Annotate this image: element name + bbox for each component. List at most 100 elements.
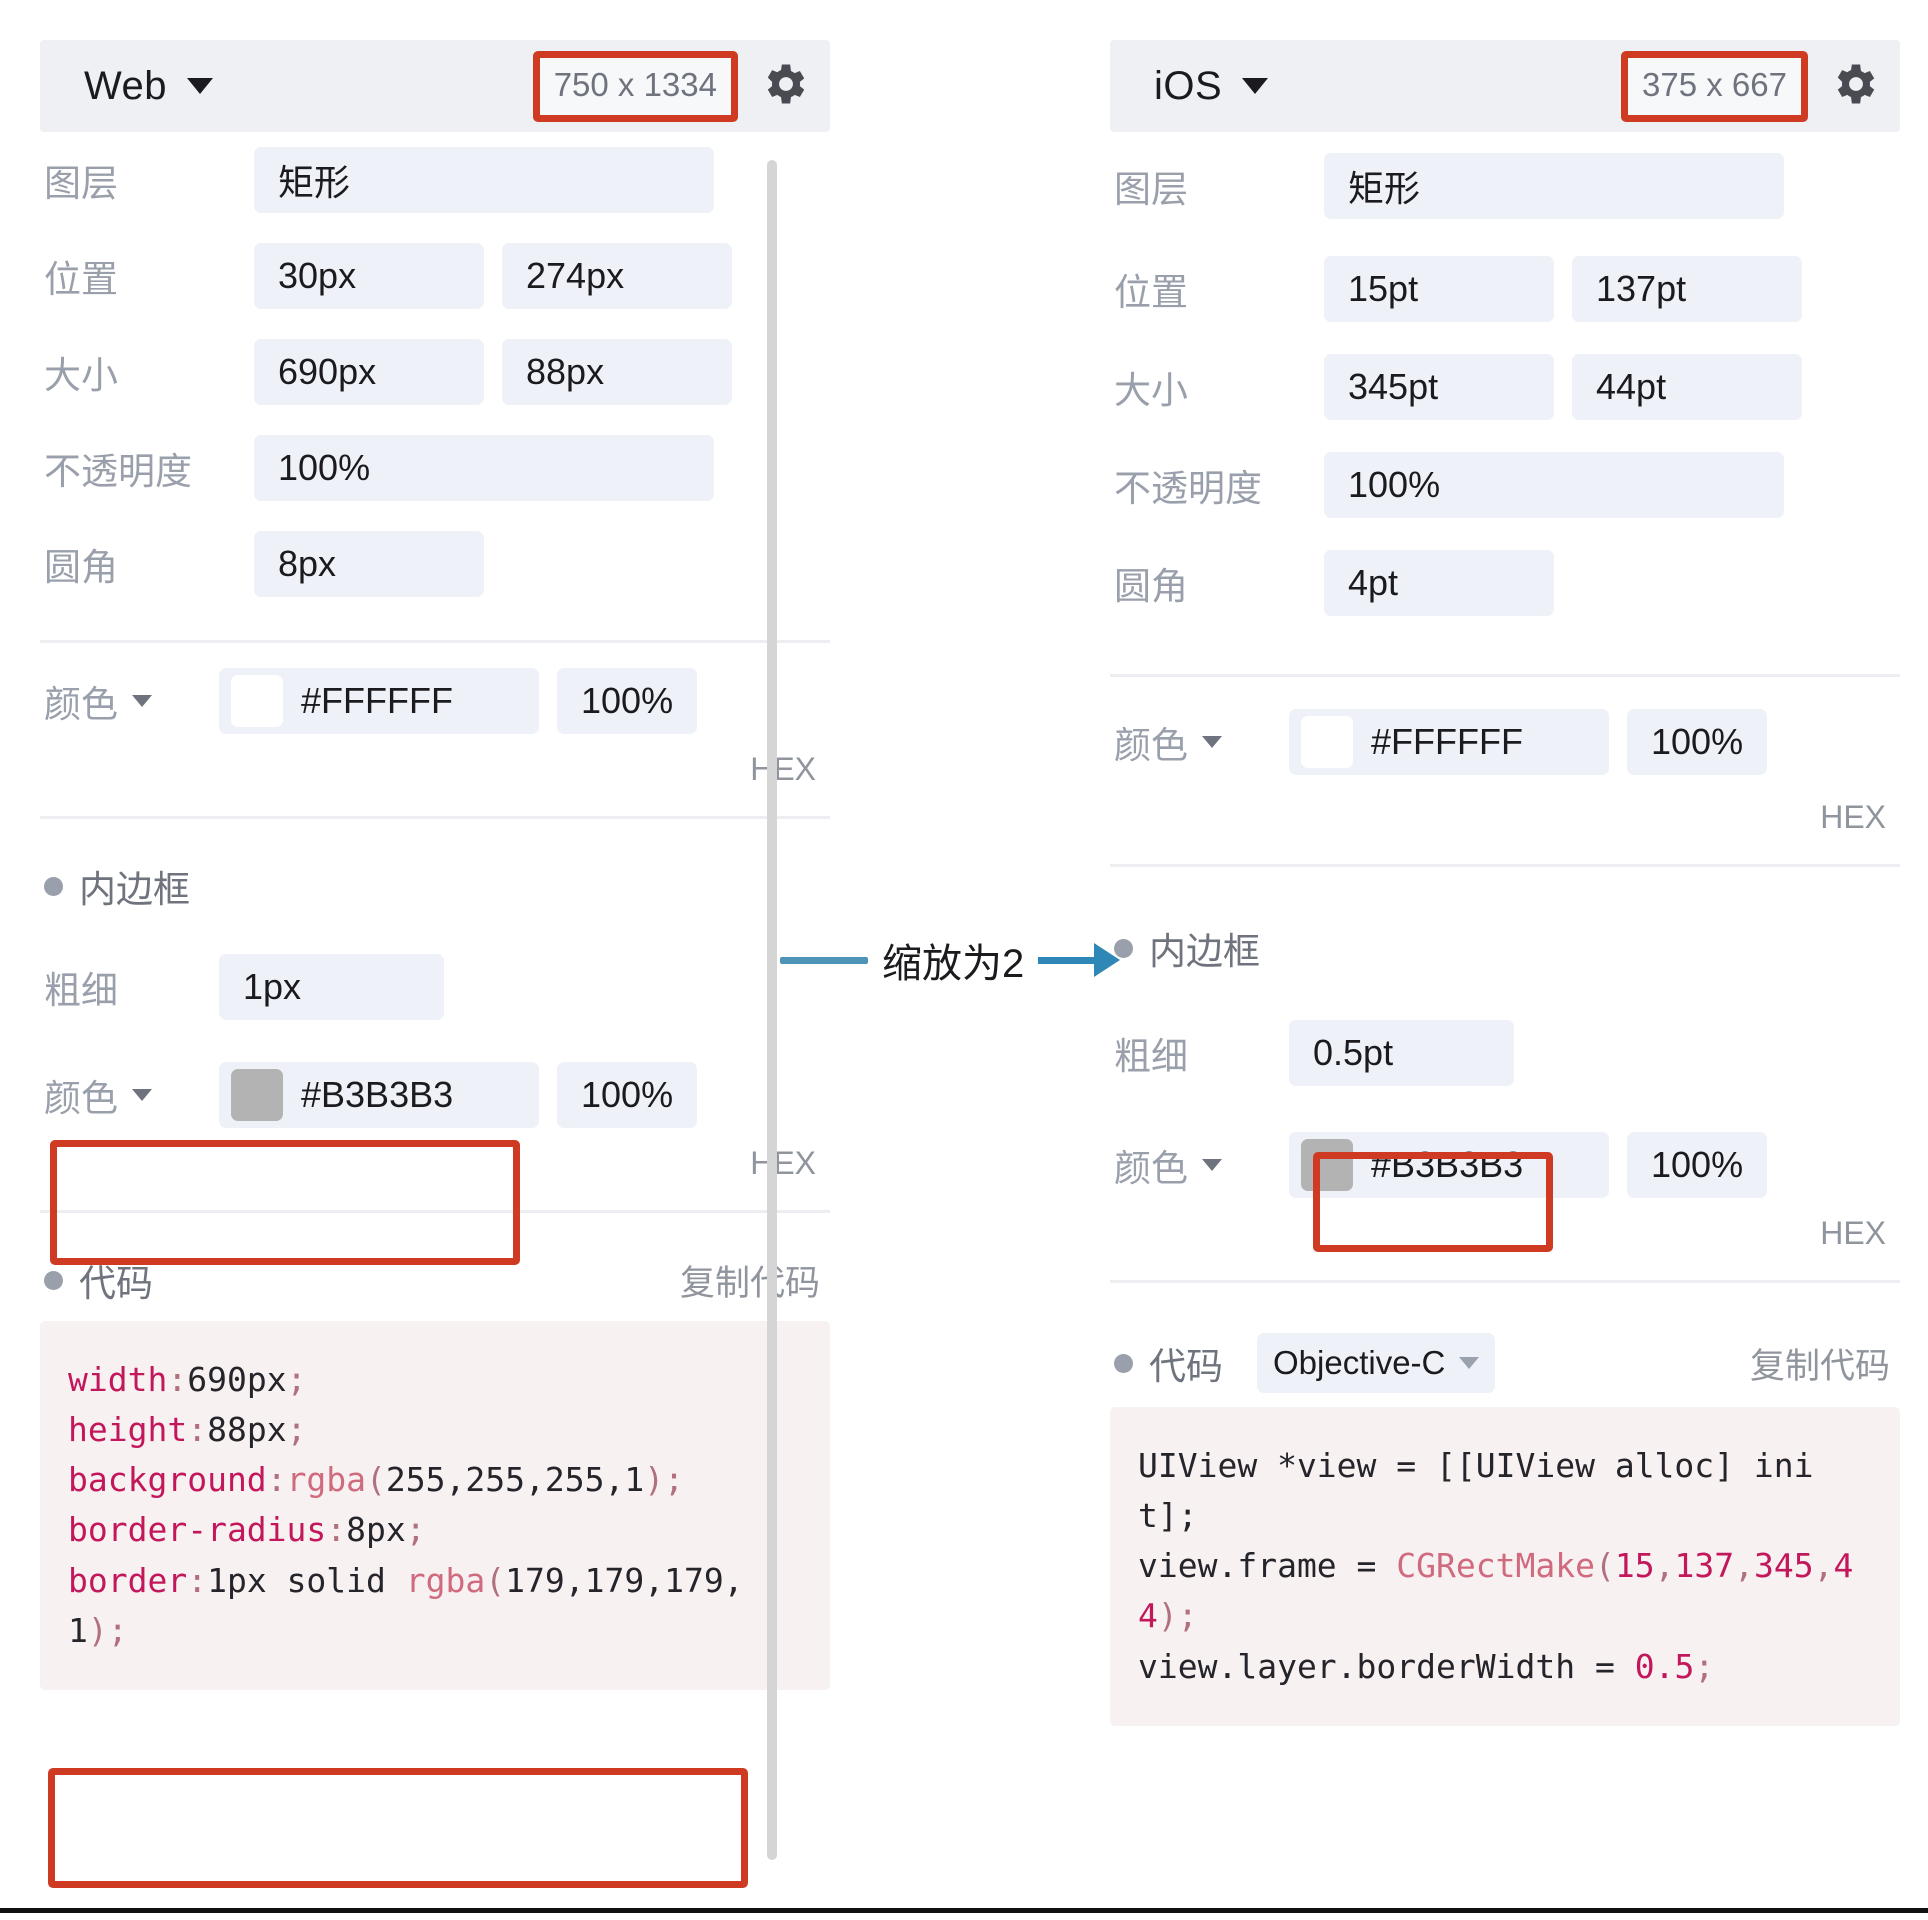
fill-opacity-field[interactable]: 100% [1627, 709, 1767, 775]
property-row-size: 大小 345pt 44pt [1110, 338, 1900, 436]
position-x-field[interactable]: 15pt [1324, 256, 1554, 322]
size-width-field[interactable]: 690px [254, 339, 484, 405]
inner-border-title: 内边框 [1149, 931, 1260, 972]
code-token: ; [1694, 1646, 1715, 1686]
position-y-field[interactable]: 137pt [1572, 256, 1802, 322]
fill-opacity-field[interactable]: 100% [557, 668, 697, 734]
size-width-field[interactable]: 345pt [1324, 354, 1554, 420]
chevron-down-icon[interactable] [1459, 1357, 1480, 1369]
gear-icon[interactable] [1830, 58, 1882, 115]
code-token: ; [405, 1510, 426, 1550]
code-token: rgba [286, 1460, 367, 1500]
position-y-field[interactable]: 274px [502, 243, 732, 309]
border-width-row: 粗细 1px [40, 927, 830, 1047]
canvas-size-field[interactable]: 375 x 667 [1621, 50, 1808, 122]
inner-border-section-header: 内边框 [1110, 877, 1900, 989]
chevron-down-icon[interactable] [1242, 78, 1269, 94]
fill-color-mode-label[interactable]: HEX [40, 751, 830, 788]
copy-code-button[interactable]: 复制代码 [1750, 1338, 1890, 1389]
corner-radius-field[interactable]: 4pt [1324, 550, 1554, 616]
border-color-label: 颜色 [1114, 1138, 1289, 1192]
border-color-field[interactable]: #B3B3B3 [219, 1062, 539, 1128]
chevron-down-icon[interactable] [1202, 1159, 1222, 1171]
code-token: , [1654, 1546, 1675, 1586]
code-language-select[interactable]: Objective-C [1257, 1333, 1496, 1393]
chevron-down-icon[interactable] [1202, 736, 1222, 748]
opacity-field[interactable]: 100% [1324, 452, 1784, 518]
code-section-title: 代码 [1149, 1346, 1223, 1387]
size-height-field[interactable]: 88px [502, 339, 732, 405]
code-token: height [68, 1410, 188, 1450]
copy-code-button[interactable]: 复制代码 [680, 1255, 820, 1306]
color-swatch[interactable] [1301, 1139, 1353, 1191]
border-hex-value: #B3B3B3 [1371, 1144, 1524, 1185]
layer-name-field[interactable]: 矩形 [1324, 153, 1784, 219]
border-width-field[interactable]: 1px [219, 954, 444, 1020]
section-divider [1110, 1280, 1900, 1283]
code-section-header: 代码 复制代码 [40, 1223, 830, 1321]
color-swatch[interactable] [231, 675, 283, 727]
border-color-field[interactable]: #B3B3B3 [1289, 1132, 1609, 1198]
color-swatch[interactable] [1301, 716, 1353, 768]
property-label: 圆角 [44, 547, 118, 588]
border-color-mode-label[interactable]: HEX [1110, 1215, 1900, 1252]
arrow-right-icon [1038, 943, 1121, 977]
canvas-size-field[interactable]: 750 x 1334 [532, 50, 738, 122]
fill-color-mode-label[interactable]: HEX [1110, 799, 1900, 836]
fill-color-field[interactable]: #FFFFFF [219, 668, 539, 734]
property-label: 不透明度 [1114, 468, 1262, 509]
code-token: ( [485, 1560, 506, 1600]
code-token: ); [87, 1610, 128, 1650]
code-token: border [68, 1560, 188, 1600]
color-swatch[interactable] [231, 1069, 283, 1121]
chevron-down-icon[interactable] [187, 78, 214, 94]
code-token: 255,255,255,1 [385, 1460, 645, 1500]
code-token: 1px solid [207, 1560, 406, 1600]
platform-selector-label[interactable]: Web [84, 64, 167, 109]
css-code-block[interactable]: width:690px; height:88px; background:rgb… [40, 1321, 830, 1690]
chevron-down-icon[interactable] [132, 1089, 152, 1101]
size-height-field[interactable]: 44pt [1572, 354, 1802, 420]
fill-color-row: 颜色 #FFFFFF 100% [1110, 687, 1900, 797]
annotation-line [780, 956, 868, 964]
code-token: ); [1157, 1596, 1198, 1636]
border-color-row: 颜色 #B3B3B3 100% [40, 1047, 830, 1143]
section-divider [40, 1210, 830, 1213]
border-width-field[interactable]: 0.5pt [1289, 1020, 1514, 1086]
code-token: , [1734, 1546, 1754, 1586]
fill-color-label: 颜色 [44, 674, 219, 728]
gear-icon[interactable] [760, 58, 812, 115]
panel-scrollbar[interactable] [767, 160, 777, 1860]
code-token: UIView *view = [[UIView alloc] init]; [1138, 1446, 1814, 1536]
inner-border-section-header: 内边框 [40, 829, 830, 927]
code-token: view.layer.borderWidth = [1138, 1646, 1635, 1686]
border-opacity-field[interactable]: 100% [1627, 1132, 1767, 1198]
code-token: background [68, 1460, 267, 1500]
property-row-layer: 图层 矩形 [1110, 132, 1900, 240]
border-color-mode-label[interactable]: HEX [40, 1145, 830, 1182]
property-label: 不透明度 [44, 451, 192, 492]
section-bullet-icon [44, 876, 63, 896]
fill-color-row: 颜色 #FFFFFF 100% [40, 653, 830, 749]
code-token: 8px [346, 1510, 406, 1550]
section-divider [1110, 864, 1900, 867]
property-row-opacity: 不透明度 100% [40, 420, 830, 516]
platform-selector-label[interactable]: iOS [1154, 64, 1222, 109]
code-token: 137 [1674, 1546, 1735, 1586]
objc-code-block[interactable]: UIView *view = [[UIView alloc] init]; vi… [1110, 1407, 1900, 1726]
chevron-down-icon[interactable] [132, 695, 152, 707]
corner-radius-field[interactable]: 8px [254, 531, 484, 597]
fill-color-label-text: 颜色 [44, 684, 118, 725]
border-width-label: 粗细 [44, 970, 118, 1011]
section-divider [40, 640, 830, 643]
code-section-title: 代码 [79, 1263, 153, 1304]
property-row-corner-radius: 圆角 4pt [1110, 534, 1900, 632]
layer-name-field[interactable]: 矩形 [254, 147, 714, 213]
border-opacity-field[interactable]: 100% [557, 1062, 697, 1128]
fill-color-field[interactable]: #FFFFFF [1289, 709, 1609, 775]
ios-spec-panel: iOS 375 x 667 图层 矩形 位置 15pt 137pt 大小 345… [1110, 40, 1900, 1726]
opacity-field[interactable]: 100% [254, 435, 714, 501]
section-bullet-icon [44, 1270, 63, 1290]
position-x-field[interactable]: 30px [254, 243, 484, 309]
fill-color-label: 颜色 [1114, 715, 1289, 769]
